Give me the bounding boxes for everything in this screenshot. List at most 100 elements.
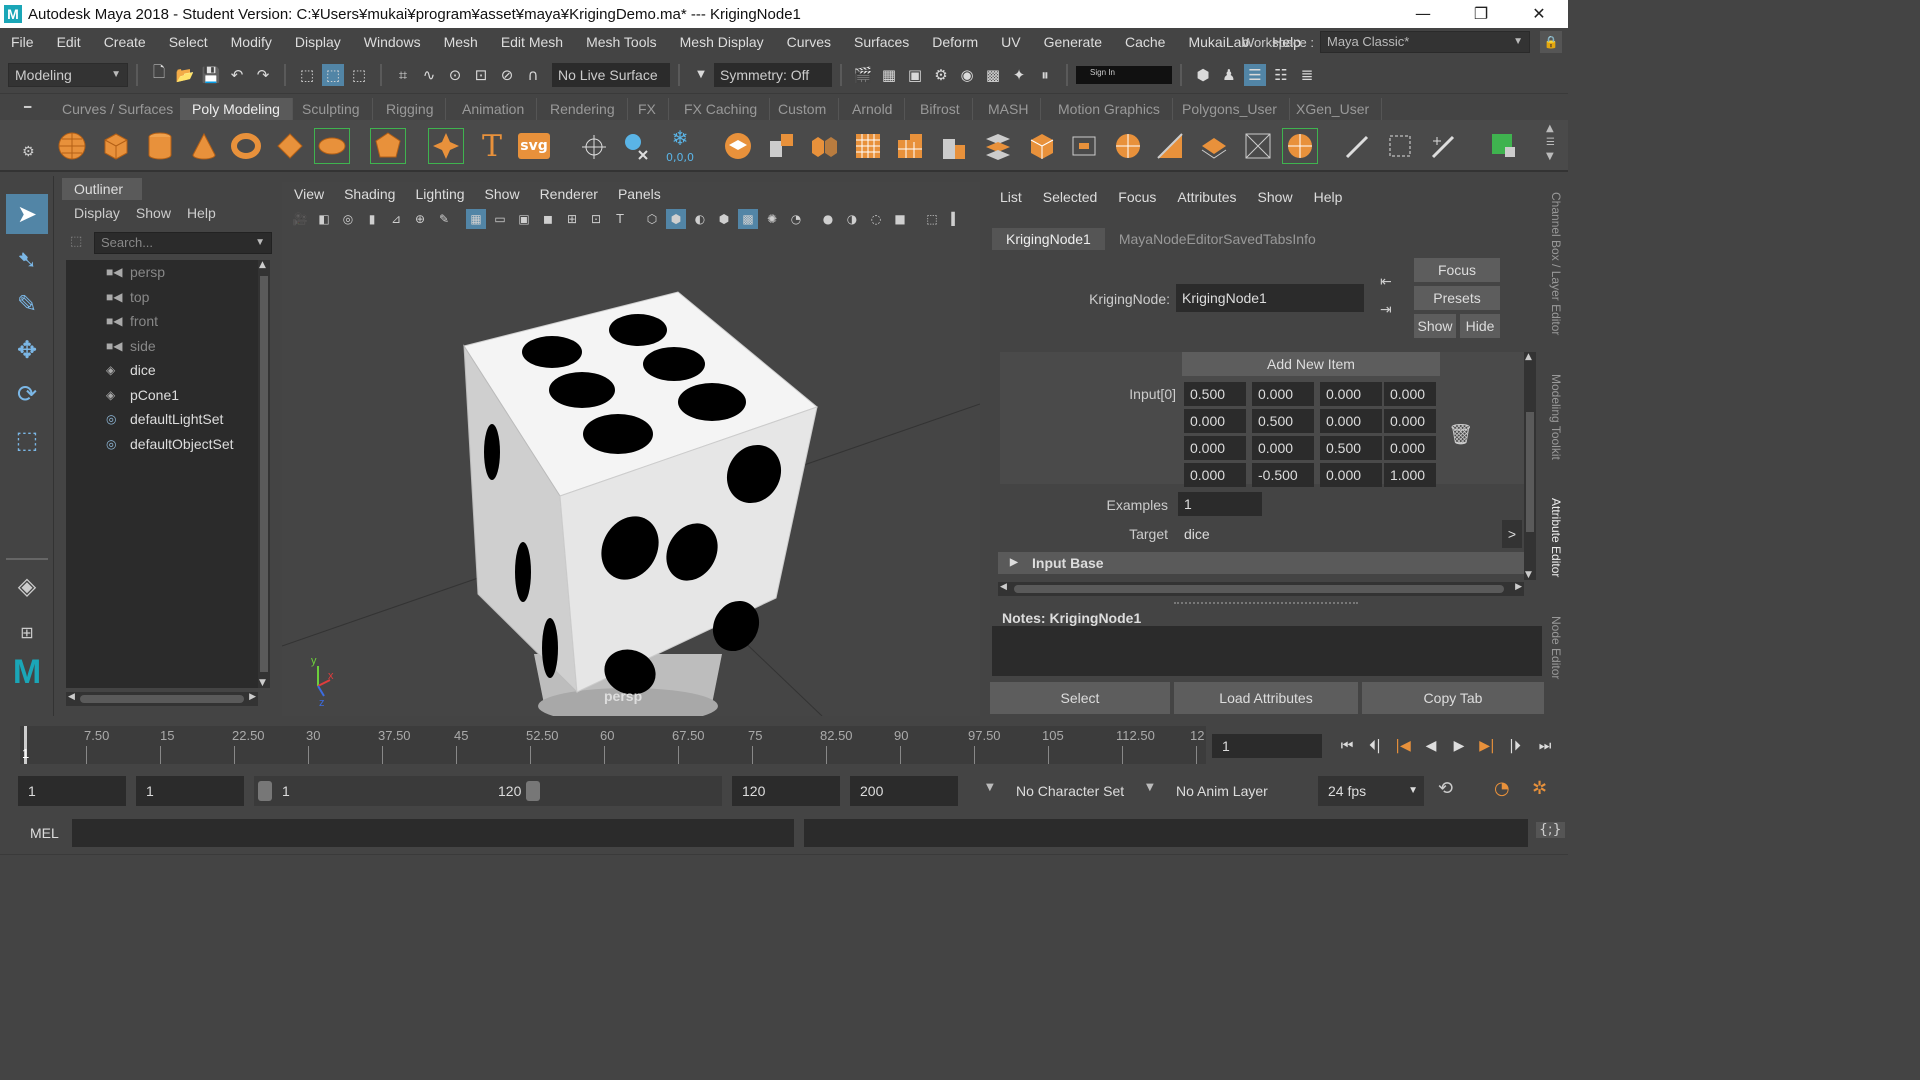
go-to-end-icon[interactable]: ⏭ bbox=[1532, 734, 1558, 758]
resolution-gate-icon[interactable]: ▣ bbox=[514, 209, 534, 229]
hypershade-icon[interactable]: ◉ bbox=[956, 64, 978, 86]
chevron-down-icon[interactable]: ▼ bbox=[1146, 782, 1154, 793]
range-end-handle[interactable] bbox=[526, 781, 540, 801]
outliner-item-dice[interactable]: ◈ dice bbox=[66, 358, 258, 383]
viewport-canvas[interactable]: y x z bbox=[282, 234, 980, 716]
scroll-left-icon[interactable]: ◀ bbox=[1000, 582, 1007, 592]
safe-title-icon[interactable]: T bbox=[610, 209, 630, 229]
shelf-tab-bifrost[interactable]: Bifrost bbox=[908, 98, 973, 120]
matrix-cell[interactable]: 0.000 bbox=[1252, 436, 1314, 460]
side-tab-node-editor[interactable]: Node Editor bbox=[1549, 616, 1563, 679]
splitter-handle[interactable] bbox=[1174, 602, 1358, 604]
menu-edit[interactable]: Edit bbox=[46, 34, 93, 50]
snap-view-plane-icon[interactable]: ⊡ bbox=[470, 64, 492, 86]
scroll-right-icon[interactable]: ▶ bbox=[1515, 582, 1522, 592]
shelf-tab-rendering[interactable]: Rendering bbox=[538, 98, 628, 120]
reduce-icon[interactable] bbox=[892, 128, 928, 164]
side-tab-modeling-toolkit[interactable]: Modeling Toolkit bbox=[1549, 374, 1563, 460]
scroll-down-icon[interactable]: ▼ bbox=[1525, 570, 1532, 580]
single-perspective-view-icon[interactable]: ◈ bbox=[6, 566, 48, 606]
safe-action-icon[interactable]: ⊡ bbox=[586, 209, 606, 229]
menu-uv[interactable]: UV bbox=[990, 34, 1032, 50]
shelf-tab-poly-modeling[interactable]: Poly Modeling bbox=[180, 98, 293, 120]
load-attributes-button[interactable]: Load Attributes bbox=[1174, 682, 1358, 714]
matrix-cell[interactable]: 0.000 bbox=[1384, 409, 1436, 433]
bookmarks-icon[interactable]: ◎ bbox=[338, 209, 358, 229]
menu-display[interactable]: Display bbox=[284, 34, 353, 50]
light-editor-icon[interactable]: ✦ bbox=[1008, 64, 1030, 86]
tab-saved-tabs-info[interactable]: MayaNodeEditorSavedTabsInfo bbox=[1105, 228, 1330, 250]
channel-box-icon[interactable]: ≣ bbox=[1296, 64, 1318, 86]
tool-settings-icon[interactable]: ☷ bbox=[1270, 64, 1292, 86]
menu-mesh[interactable]: Mesh bbox=[433, 34, 490, 50]
target-field[interactable]: dice bbox=[1178, 520, 1500, 548]
snowflake-icon[interactable]: ❄ 0,0,0 bbox=[662, 126, 698, 164]
close-button[interactable]: ✕ bbox=[1510, 0, 1568, 28]
shelf-menu-icon[interactable]: ━ bbox=[24, 100, 31, 114]
tab-kriging-node[interactable]: KrigingNode1 bbox=[992, 228, 1105, 250]
outliner-item-defaultobjectset[interactable]: ◎ defaultObjectSet bbox=[66, 432, 258, 457]
live-surface-field[interactable]: No Live Surface bbox=[552, 62, 670, 87]
menu-create[interactable]: Create bbox=[93, 34, 158, 50]
menu-select[interactable]: Select bbox=[158, 34, 220, 50]
workspace-dropdown[interactable]: Maya Classic* ▼ bbox=[1320, 31, 1530, 53]
shelf-tab-polygons-user[interactable]: Polygons_User bbox=[1170, 98, 1290, 120]
menu-mesh-tools[interactable]: Mesh Tools bbox=[575, 34, 669, 50]
lock-icon[interactable]: 🔒 bbox=[1540, 31, 1562, 53]
character-set-field[interactable]: No Character Set bbox=[1006, 776, 1130, 806]
loop-icon[interactable]: ⟲ bbox=[1438, 778, 1453, 799]
scroll-up-icon[interactable]: ▲ bbox=[259, 260, 266, 270]
symmetry-field[interactable]: Symmetry: Off bbox=[714, 62, 832, 87]
insert-loop-icon[interactable] bbox=[1110, 128, 1146, 164]
scroll-left-icon[interactable]: ◀ bbox=[68, 692, 75, 702]
play-forwards-icon[interactable]: ▶ bbox=[1446, 734, 1472, 758]
outliner-item-persp[interactable]: ■◀ persp bbox=[66, 260, 258, 285]
chevron-down-icon[interactable]: ▼ bbox=[255, 233, 265, 253]
redo-icon[interactable]: ↷ bbox=[252, 64, 274, 86]
bridge-icon[interactable] bbox=[980, 128, 1016, 164]
wireframe-on-shaded-icon[interactable]: ⬢ bbox=[714, 209, 734, 229]
examples-field[interactable]: 1 bbox=[1178, 492, 1262, 516]
snap-magnet-icon[interactable]: ∩ bbox=[522, 64, 544, 86]
render-view-icon[interactable]: 🎬 bbox=[852, 64, 874, 86]
outliner-menu-display[interactable]: Display bbox=[74, 205, 120, 221]
menu-file[interactable]: File bbox=[0, 34, 46, 50]
image-plane-icon[interactable]: ⊿ bbox=[386, 209, 406, 229]
open-scene-icon[interactable]: 📂 bbox=[174, 64, 196, 86]
new-scene-icon[interactable]: 🗋 bbox=[148, 63, 170, 86]
show-button[interactable]: Show bbox=[1414, 314, 1456, 338]
render-frame-icon[interactable]: ▦ bbox=[878, 64, 900, 86]
matrix-cell[interactable]: 0.000 bbox=[1184, 409, 1246, 433]
anti-aliasing-icon[interactable]: ◌ bbox=[866, 209, 886, 229]
default-material-icon[interactable]: ◐ bbox=[690, 209, 710, 229]
ambient-occlusion-icon[interactable]: ● bbox=[818, 209, 838, 229]
hide-button[interactable]: Hide bbox=[1460, 314, 1500, 338]
script-language-label[interactable]: MEL bbox=[30, 825, 59, 841]
chevron-down-icon[interactable]: ▼ bbox=[986, 782, 994, 793]
snap-curve-icon[interactable]: ∿ bbox=[418, 64, 440, 86]
poly-torus-icon[interactable] bbox=[228, 128, 264, 164]
viewport-panel[interactable]: View Shading Lighting Show Renderer Pane… bbox=[282, 182, 980, 716]
pause-icon[interactable]: ⏸ bbox=[1034, 64, 1056, 86]
move-tool-icon[interactable]: ✥ bbox=[6, 330, 48, 370]
undo-icon[interactable]: ↶ bbox=[226, 64, 248, 86]
step-back-key-icon[interactable]: |◀ bbox=[1390, 734, 1416, 758]
viewport-menu-show[interactable]: Show bbox=[485, 186, 520, 202]
extrude-icon[interactable] bbox=[936, 128, 972, 164]
select-by-hierarchy-icon[interactable]: ⬚ bbox=[296, 64, 318, 86]
select-by-object-icon[interactable]: ⬚ bbox=[322, 63, 344, 86]
target-weld-icon[interactable] bbox=[1240, 128, 1276, 164]
gear-icon[interactable]: ⚙ bbox=[22, 144, 35, 160]
freeze-transform-icon[interactable] bbox=[618, 128, 654, 164]
snap-grid-icon[interactable]: ⌗ bbox=[392, 64, 414, 86]
viewport-menu-panels[interactable]: Panels bbox=[618, 186, 661, 202]
four-view-layout-icon[interactable]: ⊞ bbox=[6, 612, 48, 652]
sign-in-button[interactable]: Sign In bbox=[1076, 65, 1172, 84]
viewport-menu-renderer[interactable]: Renderer bbox=[540, 186, 598, 202]
matrix-cell[interactable]: 1.000 bbox=[1384, 463, 1436, 487]
current-frame-field[interactable]: 1 bbox=[1212, 734, 1322, 758]
matrix-cell[interactable]: 0.000 bbox=[1252, 382, 1314, 406]
shelf-tab-animation[interactable]: Animation bbox=[450, 98, 538, 120]
modeling-toolkit-icon[interactable]: ⬢ bbox=[1192, 64, 1214, 86]
attribute-editor-toggle-icon[interactable]: ☰ bbox=[1244, 63, 1266, 86]
